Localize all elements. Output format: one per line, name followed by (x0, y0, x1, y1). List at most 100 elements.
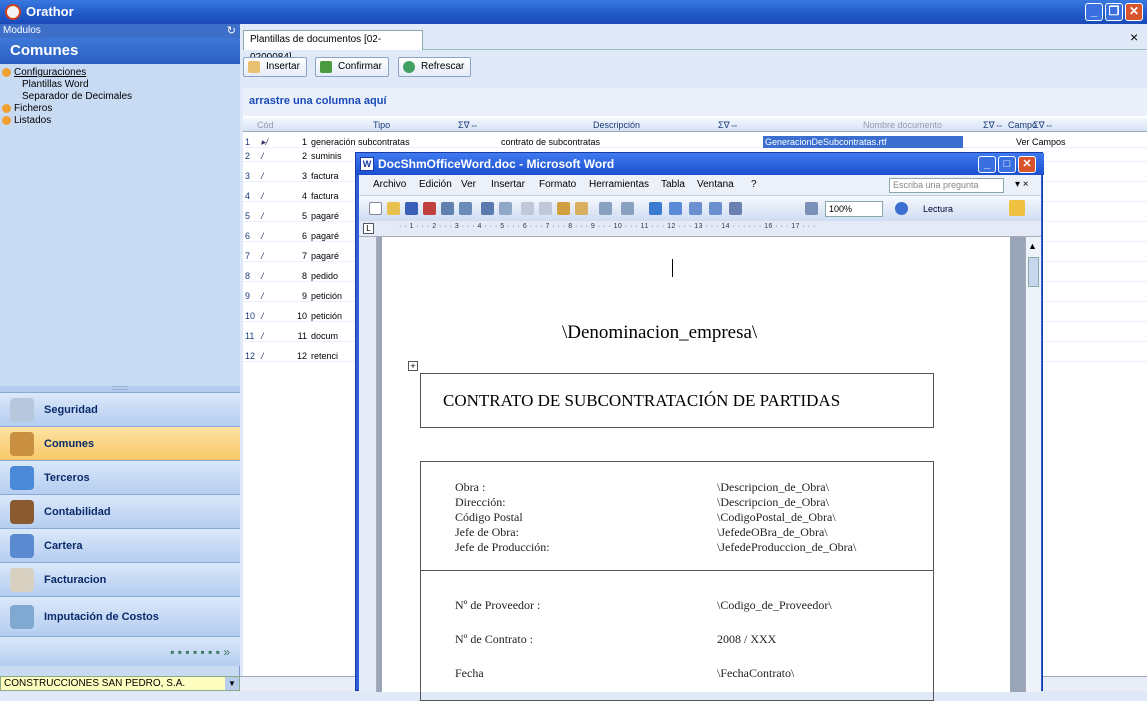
col-nombre[interactable]: Nombre documento (863, 118, 942, 132)
tree-item-listados[interactable]: Listados (14, 115, 51, 127)
col-descripcion[interactable]: Descripción (593, 118, 640, 132)
cut-icon[interactable] (521, 202, 534, 215)
undo-icon[interactable] (599, 202, 612, 215)
doc-map-icon[interactable] (805, 202, 818, 215)
word-minimize-button[interactable]: _ (978, 156, 996, 173)
menu-edicion[interactable]: Edición (419, 175, 452, 195)
ver-campos-link[interactable]: Ver Campos (1016, 136, 1066, 148)
company-heading: \Denominacion_empresa\ (562, 322, 758, 343)
field-value: \CodigoPostal_de_Obra\ (717, 510, 836, 524)
print-icon[interactable] (441, 202, 454, 215)
nav-cartera[interactable]: Cartera (0, 528, 240, 562)
horizontal-ruler[interactable]: L · · 1 · · · 2 · · · 3 · · · 4 · · · 5 … (359, 221, 1041, 237)
tab-stop-icon[interactable]: L (363, 223, 374, 234)
section-title: Comunes (0, 38, 240, 64)
confirm-button[interactable]: Confirmar (315, 57, 389, 77)
word-close-button[interactable]: ✕ (1018, 156, 1036, 173)
filter-icon[interactable]: Σ∇⇔ (983, 118, 1004, 132)
people-icon (10, 466, 34, 490)
save-icon[interactable] (405, 202, 418, 215)
open-icon[interactable] (387, 202, 400, 215)
hyperlink-icon[interactable] (649, 202, 662, 215)
company-select[interactable]: CONSTRUCCIONES SAN PEDRO, S.A. (0, 676, 240, 691)
restore-button[interactable]: ❐ (1105, 3, 1123, 21)
new-doc-icon[interactable] (369, 202, 382, 215)
menu-insertar[interactable]: Insertar (491, 175, 525, 195)
menu-ventana[interactable]: Ventana (697, 175, 734, 195)
chevron-down-icon[interactable]: ▼ (225, 677, 239, 690)
format-painter-icon[interactable] (575, 202, 588, 215)
refresh-icon[interactable]: ↻ (227, 24, 236, 38)
nav-imputacion-costos[interactable]: Imputación de Costos (0, 596, 240, 636)
filter-icon[interactable]: Σ∇⇔ (1033, 118, 1054, 132)
filter-icon[interactable]: Σ∇⇔ (718, 118, 739, 132)
ask-question-input[interactable]: Escriba una pregunta (889, 178, 1004, 193)
minimize-button[interactable]: _ (1085, 3, 1103, 21)
n-addin-icon[interactable] (1009, 200, 1025, 216)
nav-facturacion[interactable]: Facturacion (0, 562, 240, 596)
insert-icon (248, 61, 260, 73)
reading-mode-button[interactable]: Lectura (923, 201, 953, 217)
field-value: \JefedeProduccion_de_Obra\ (717, 540, 857, 554)
box-icon (10, 432, 34, 456)
insert-excel-icon[interactable] (709, 202, 722, 215)
document-page[interactable]: \Denominacion_empresa\ + CONTRATO DE SUB… (382, 237, 1010, 701)
nav-comunes[interactable]: Comunes (0, 426, 240, 460)
nav-terceros[interactable]: Terceros (0, 460, 240, 494)
folder-icon (2, 104, 11, 113)
copy-icon[interactable] (539, 202, 552, 215)
nav-overflow-icons[interactable]: ▪ ▪ ▪ ▪ ▪ ▪ ▪ » (0, 636, 240, 666)
col-cod[interactable]: Cód (257, 118, 274, 132)
columns-icon[interactable] (729, 202, 742, 215)
app-logo-icon (5, 4, 21, 20)
folder-icon (2, 116, 11, 125)
menu-tabla[interactable]: Tabla (661, 175, 685, 195)
edit-pencil-icon: / (261, 251, 264, 261)
edit-pencil-icon: / (261, 211, 264, 221)
menu-ver[interactable]: Ver (461, 175, 476, 195)
filter-icon[interactable]: Σ∇⇔ (458, 118, 479, 132)
tree-item-configuraciones[interactable]: Configuraciones (14, 67, 86, 79)
table-move-handle-icon[interactable]: + (408, 361, 418, 371)
nav-contabilidad[interactable]: Contabilidad (0, 494, 240, 528)
vertical-scrollbar[interactable]: ▲ (1025, 237, 1041, 692)
insert-button[interactable]: Insertar (243, 57, 307, 77)
menu-archivo[interactable]: Archivo (373, 175, 406, 195)
nav-seguridad[interactable]: Seguridad (0, 392, 240, 426)
menu-help[interactable]: ? (751, 175, 757, 195)
tab-plantillas[interactable]: Plantillas de documentos [02-0200084] (243, 30, 423, 63)
redo-icon[interactable] (621, 202, 634, 215)
paste-icon[interactable] (557, 202, 570, 215)
close-button[interactable]: ✕ (1125, 3, 1143, 21)
help-icon[interactable] (895, 202, 908, 215)
group-by-area[interactable]: arrastre una columna aquí (243, 88, 1147, 116)
zoom-select[interactable]: 100% (825, 201, 883, 217)
insert-table-icon[interactable] (689, 202, 702, 215)
tree-item-ficheros[interactable]: Ficheros (14, 103, 52, 115)
tree-item-separador-decimales[interactable]: Separador de Decimales (22, 91, 132, 103)
vertical-ruler[interactable] (359, 237, 377, 692)
ledger-icon (10, 500, 34, 524)
col-tipo[interactable]: Tipo (373, 118, 390, 132)
edit-pencil-icon: ▸/ (261, 137, 269, 147)
scroll-thumb[interactable] (1028, 257, 1039, 287)
scroll-up-icon[interactable]: ▲ (1028, 241, 1037, 251)
grid-header: Cód Tipo Σ∇⇔ Descripción Σ∇⇔ Nombre docu… (243, 118, 1147, 132)
refresh-button[interactable]: Refrescar (398, 57, 472, 77)
refresh-icon (403, 61, 415, 73)
print-preview-icon[interactable] (459, 202, 472, 215)
word-maximize-button[interactable]: □ (998, 156, 1016, 173)
menu-herramientas[interactable]: Herramientas (589, 175, 649, 195)
menu-close-icon[interactable]: ▾ × (1015, 175, 1029, 195)
table-row[interactable]: 1 ▸/ 1 generación subcontratas contrato d… (243, 136, 1147, 148)
app-title: Orathor (26, 4, 74, 19)
modulos-bar: Modulos ↻ (0, 24, 240, 38)
menu-formato[interactable]: Formato (539, 175, 576, 195)
tree-item-plantillas-word[interactable]: Plantillas Word (22, 79, 89, 91)
spelling-icon[interactable] (481, 202, 494, 215)
permission-icon[interactable] (423, 202, 436, 215)
close-tab-icon[interactable]: × (1130, 29, 1138, 45)
field-value: \Codigo_de_Proveedor\ (717, 598, 832, 612)
tables-borders-icon[interactable] (669, 202, 682, 215)
research-icon[interactable] (499, 202, 512, 215)
